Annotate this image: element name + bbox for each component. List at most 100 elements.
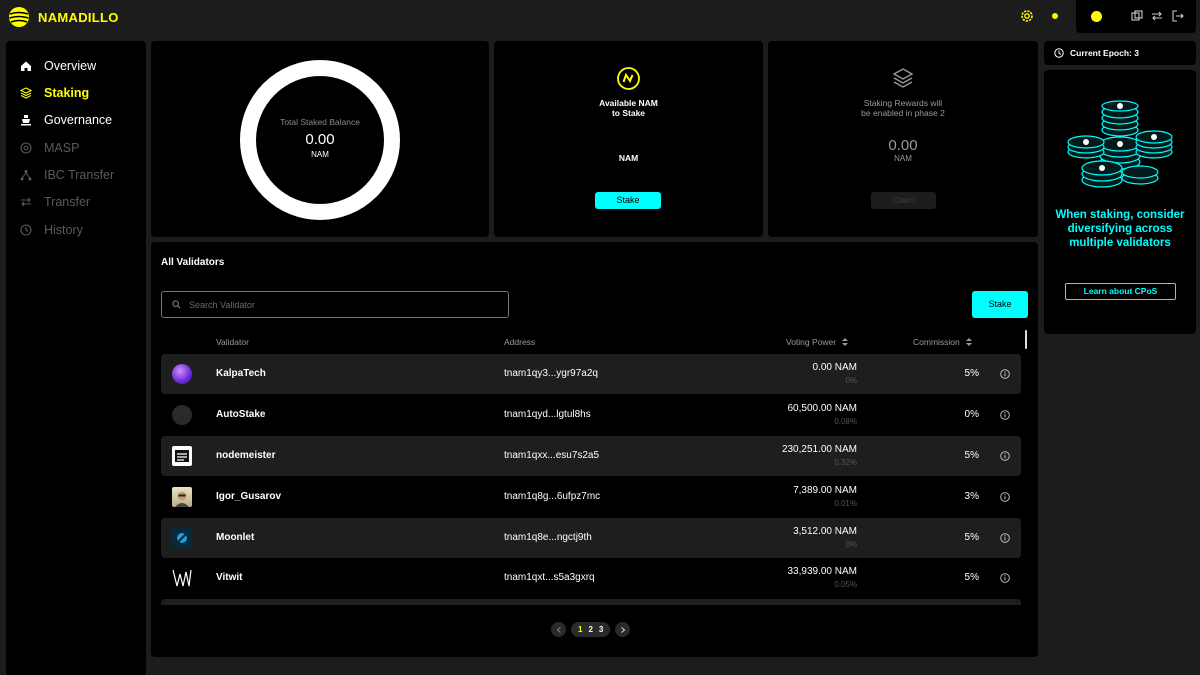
page-2-button[interactable]: 2 (588, 625, 592, 634)
validator-avatar-vitwit (172, 568, 192, 588)
nav-label-overview: Overview (44, 59, 97, 73)
stake-button-available[interactable]: Stake (595, 192, 661, 209)
validator-voting-power-percent: 0.01% (834, 499, 857, 508)
transfer-icon (21, 197, 31, 207)
validator-commission: 5% (964, 532, 979, 543)
promo-panel: When staking, consider diversifying acro… (1044, 70, 1196, 334)
search-validator-input[interactable] (189, 299, 489, 310)
validator-voting-power-percent: 0.05% (834, 580, 857, 589)
info-icon[interactable] (1000, 451, 1010, 461)
column-header-commission[interactable]: Commission (913, 337, 972, 347)
commission-label: Commission (913, 337, 960, 347)
layers-icon (20, 87, 32, 99)
previous-page-button[interactable] (551, 622, 566, 637)
validator-avatar-autostake (172, 405, 192, 425)
info-icon[interactable] (1000, 410, 1010, 420)
validator-row[interactable]: KalpaTech tnam1qy3...ygr97a2q 0.00 NAM 0… (161, 354, 1021, 394)
account-box[interactable] (1076, 0, 1196, 33)
current-epoch: Current Epoch: 3 (1070, 48, 1139, 58)
chevron-right-icon (621, 626, 626, 633)
nav-item-overview[interactable]: Overview (20, 59, 96, 73)
available-nam-panel: Available NAM to Stake NAM Stake (494, 41, 763, 237)
nav-label-history: History (44, 223, 83, 237)
validator-address: tnam1qy3...ygr97a2q (504, 368, 598, 379)
available-title-line2: to Stake (611, 108, 646, 118)
logout-icon[interactable] (1172, 10, 1184, 22)
logo[interactable]: NAMADILLO (8, 6, 119, 28)
settings-gear-icon[interactable] (1019, 8, 1035, 24)
nav-item-history[interactable]: History (20, 223, 83, 237)
validator-row[interactable]: Igor_Gusarov tnam1q8g...6ufpz7mc 7,389.0… (161, 477, 1021, 517)
next-page-button[interactable] (615, 622, 631, 637)
nav-item-masp[interactable]: MASP (20, 141, 79, 155)
search-validator-field[interactable] (161, 291, 509, 318)
validator-voting-power-percent: 0.32% (834, 458, 857, 467)
nav-label-masp: MASP (44, 141, 80, 155)
governance-icon (21, 115, 31, 126)
validator-commission: 5% (964, 368, 979, 379)
brand-name: NAMADILLO (38, 9, 119, 25)
validator-address: tnam1qxt...s5a3gxrq (504, 572, 595, 583)
validators-panel: All Validators Stake Validator Address V… (151, 242, 1038, 657)
validator-row[interactable]: Vitwit tnam1qxt...s5a3gxrq 33,939.00 NAM… (161, 558, 1021, 598)
validator-name: Vitwit (216, 572, 243, 583)
copy-icon[interactable] (1131, 10, 1143, 22)
staked-balance-panel: Total Staked Balance 0.00 NAM (151, 41, 489, 237)
validator-name: nodemeister (216, 450, 276, 461)
nav-label-ibc-transfer: IBC Transfer (44, 168, 115, 182)
nav-label-staking: Staking (44, 86, 90, 100)
rewards-note-line2: be enabled in phase 2 (861, 108, 945, 118)
network-status-dot (1052, 13, 1058, 19)
learn-about-cpos-button[interactable]: Learn about CPoS (1065, 283, 1176, 300)
info-icon[interactable] (1000, 369, 1010, 379)
stake-button-validators[interactable]: Stake (972, 291, 1028, 318)
balance-value: 0.00 (305, 131, 335, 148)
scrollbar-thumb[interactable] (1025, 330, 1027, 349)
column-header-address[interactable]: Address (504, 337, 535, 347)
validator-name: KalpaTech (216, 368, 266, 379)
nav-item-ibc-transfer[interactable]: IBC Transfer (20, 168, 114, 182)
validators-title: All Validators (161, 257, 225, 268)
account-avatar (1091, 11, 1102, 22)
validator-commission: 5% (964, 572, 979, 583)
nav-item-transfer[interactable]: Transfer (20, 195, 90, 209)
info-icon[interactable] (1000, 573, 1010, 583)
info-icon[interactable] (1000, 533, 1010, 543)
switch-arrows-icon[interactable] (1151, 10, 1163, 22)
validator-commission: 0% (964, 409, 979, 420)
rewards-note-line1: Staking Rewards will (863, 98, 943, 108)
staking-coins-illustration (1067, 100, 1173, 188)
validator-avatar-igor-gusarov (172, 487, 192, 507)
layers-stack-icon (892, 68, 914, 88)
page-numbers: 1 2 3 (571, 622, 611, 637)
validator-row[interactable]: nodemeister tnam1qxx...esu7s2a5 230,251.… (161, 436, 1021, 476)
validator-avatar-moonlet (172, 528, 192, 548)
pagination: 1 2 3 (551, 622, 631, 637)
validator-address: tnam1qxx...esu7s2a5 (504, 450, 600, 461)
history-icon (20, 224, 32, 236)
page-3-button[interactable]: 3 (599, 625, 603, 634)
nav-item-governance[interactable]: Governance (20, 113, 112, 127)
nav-item-staking[interactable]: Staking (20, 86, 89, 100)
available-unit: NAM (618, 153, 639, 163)
page-1-button[interactable]: 1 (578, 625, 582, 634)
sidebar: Overview Staking Governance MASP IBC Tra… (6, 41, 146, 675)
nav-label-transfer: Transfer (44, 195, 91, 209)
balance-label: Total Staked Balance (280, 117, 360, 127)
validator-name: Moonlet (216, 532, 255, 543)
masp-icon (20, 142, 32, 154)
promo-text: When staking, consider diversifying acro… (1055, 209, 1185, 249)
claim-button[interactable]: Claim (871, 192, 936, 209)
info-icon[interactable] (1000, 492, 1010, 502)
validator-row[interactable]: AutoStake tnam1qyd...lgtul8hs 60,500.00 … (161, 395, 1021, 435)
validator-address: tnam1q8e...ngctj9th (504, 532, 592, 543)
validator-commission: 5% (964, 450, 979, 461)
validator-commission: 3% (964, 491, 979, 502)
balance-unit: NAM (311, 150, 329, 159)
validator-address: tnam1qyd...lgtul8hs (504, 409, 591, 420)
validator-row[interactable]: Moonlet tnam1q8e...ngctj9th 3,512.00 NAM… (161, 518, 1021, 558)
column-header-validator[interactable]: Validator (216, 337, 249, 347)
validator-voting-power-percent: 0% (845, 540, 857, 549)
validator-name: Igor_Gusarov (216, 491, 282, 502)
column-header-voting-power[interactable]: Voting Power (786, 337, 849, 347)
